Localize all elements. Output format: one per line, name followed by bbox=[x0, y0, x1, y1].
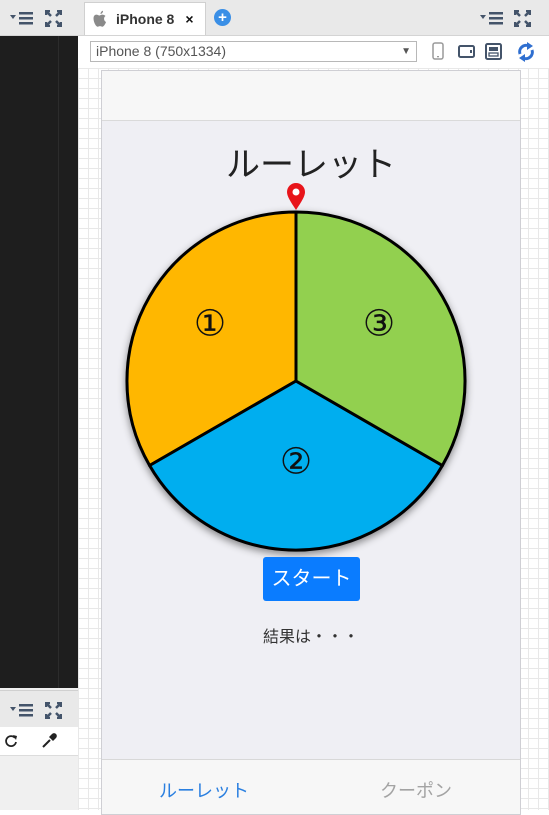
result-text: 結果は・・・ bbox=[262, 629, 359, 646]
preview-canvas: ルーレット ① ② ③ スタート 結果は・・・ ルーレット クーポン bbox=[78, 68, 549, 815]
panel-menu-icon[interactable] bbox=[480, 10, 508, 26]
app-tab-bar: ルーレット クーポン bbox=[102, 759, 520, 814]
code-editor-panel[interactable] bbox=[0, 36, 78, 688]
expand-icon[interactable] bbox=[45, 702, 62, 719]
panel-menu-icon[interactable] bbox=[10, 702, 38, 718]
phone-frame: ルーレット ① ② ③ スタート 結果は・・・ ルーレット クーポン bbox=[101, 70, 521, 815]
tab-coupon[interactable]: クーポン bbox=[380, 777, 452, 803]
refresh-icon[interactable] bbox=[4, 734, 18, 748]
app-navbar bbox=[102, 71, 520, 121]
left-tools-bar bbox=[0, 727, 78, 756]
device-tab-label: iPhone 8 bbox=[116, 11, 175, 27]
device-select-value: iPhone 8 (750x1334) bbox=[96, 43, 226, 59]
add-tab-button[interactable]: + bbox=[214, 9, 231, 26]
start-button[interactable]: スタート bbox=[263, 557, 360, 601]
rotate-icon[interactable] bbox=[516, 42, 536, 62]
device-tab[interactable]: iPhone 8 × bbox=[84, 2, 206, 35]
panel-menu-icon[interactable] bbox=[10, 10, 38, 26]
expand-icon[interactable] bbox=[514, 10, 531, 27]
left-panel-toolbar bbox=[0, 0, 78, 36]
dropdown-arrow-icon: ▼ bbox=[401, 46, 411, 57]
roulette-wheel: ① ② ③ bbox=[125, 183, 467, 552]
screenshot-icon[interactable] bbox=[485, 43, 502, 60]
preview-tab-bar: iPhone 8 × + bbox=[78, 0, 549, 36]
preview-pane: iPhone 8 × + iPhone 8 (750x1334) ▼ ルーレット… bbox=[78, 0, 549, 815]
close-tab-icon[interactable]: × bbox=[185, 11, 193, 27]
segment-label-1: ① bbox=[194, 303, 226, 344]
device-toolbar: iPhone 8 (750x1334) ▼ bbox=[78, 36, 549, 106]
apple-icon bbox=[93, 10, 106, 27]
eyedropper-icon[interactable] bbox=[40, 732, 58, 750]
expand-icon[interactable] bbox=[45, 10, 62, 27]
segment-label-2: ② bbox=[280, 441, 312, 482]
left-panel bbox=[0, 0, 78, 810]
device-select[interactable]: iPhone 8 (750x1334) ▼ bbox=[90, 41, 417, 62]
left-bottom-toolbar bbox=[0, 690, 78, 727]
page-title: ルーレット bbox=[226, 146, 396, 184]
tab-roulette[interactable]: ルーレット bbox=[159, 777, 249, 803]
phone-portrait-icon[interactable] bbox=[432, 42, 444, 60]
map-pin-icon bbox=[287, 183, 305, 210]
phone-landscape-icon[interactable] bbox=[458, 45, 475, 58]
segment-label-3: ③ bbox=[363, 303, 395, 344]
